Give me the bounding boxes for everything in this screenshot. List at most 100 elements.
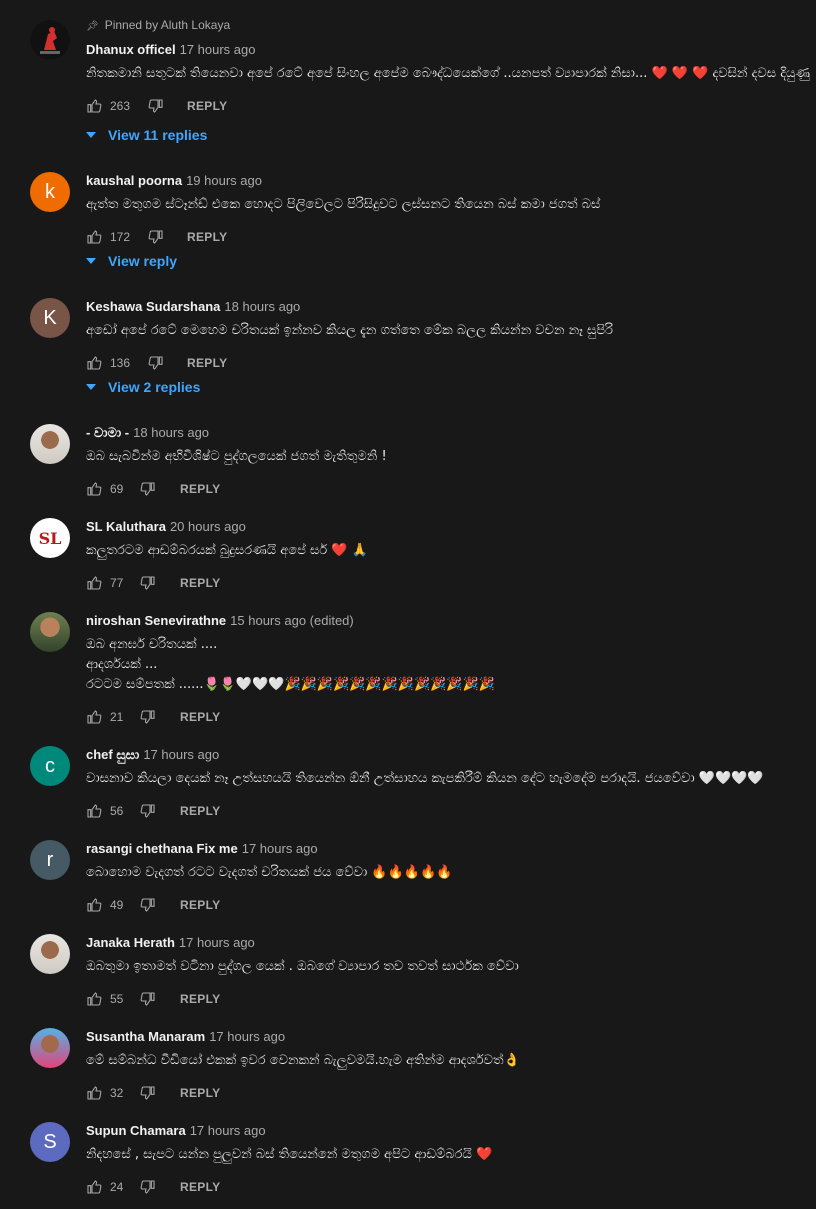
avatar-letter: k (45, 180, 55, 203)
thumbs-up-icon[interactable] (86, 991, 102, 1007)
reply-button[interactable]: REPLY (180, 1180, 220, 1194)
comment-text: ඔබතුමා ඉතාමත් වටිනා පුද්ගල යෙක් . ඔබගේ ව… (86, 957, 816, 977)
comment-time[interactable]: 17 hours ago (143, 747, 219, 762)
avatar[interactable] (30, 1028, 70, 1068)
comment-text: බොහොම වැදගත් රටට වැදගත් චරිතයක් ජය වේවා … (86, 863, 816, 883)
thumbs-down-icon[interactable] (148, 98, 164, 114)
thumbs-up-icon[interactable] (86, 803, 102, 819)
comment-author[interactable]: SL Kaluthara (86, 519, 166, 534)
comment-line: අඩෝ අපේ රටේ මෙහෙම චරිතයක් ඉන්නව කියල දැන… (86, 323, 613, 338)
reply-button[interactable]: REPLY (180, 710, 220, 724)
view-replies-label: View reply (108, 253, 178, 269)
thumbs-down-icon[interactable] (140, 897, 156, 913)
reply-button[interactable]: REPLY (180, 1086, 220, 1100)
thumbs-up-icon[interactable] (86, 98, 102, 114)
avatar[interactable] (30, 20, 70, 60)
comment-time[interactable]: 17 hours ago (209, 1029, 285, 1044)
comment-actions: 32 REPLY (86, 1083, 816, 1103)
thumbs-up-icon[interactable] (86, 355, 102, 371)
chevron-down-icon (86, 384, 96, 391)
comment-text: අඩෝ අපේ රටේ මෙහෙම චරිතයක් ඉන්නව කියල දැන… (86, 321, 816, 341)
chevron-down-icon (86, 258, 96, 265)
thumbs-up-icon[interactable] (86, 1179, 102, 1195)
reply-button[interactable]: REPLY (180, 804, 220, 818)
reply-button[interactable]: REPLY (187, 230, 227, 244)
comment-time[interactable]: 18 hours ago (133, 425, 209, 440)
comment-actions: 69 REPLY (86, 479, 816, 499)
comment-author[interactable]: niroshan Senevirathne (86, 613, 226, 628)
comment-time[interactable]: 17 hours ago (242, 841, 318, 856)
thumbs-up-icon[interactable] (86, 229, 102, 245)
comment-time[interactable]: 20 hours ago (170, 519, 246, 534)
comment-time[interactable]: 18 hours ago (224, 299, 300, 314)
like-count: 55 (110, 992, 124, 1006)
reply-button[interactable]: REPLY (180, 576, 220, 590)
thumbs-down-icon[interactable] (148, 355, 164, 371)
thumbs-down-icon[interactable] (140, 481, 156, 497)
comment-author[interactable]: chef සුසා (86, 747, 139, 762)
view-replies-button[interactable]: View 11 replies (86, 125, 207, 145)
comment-author[interactable]: kaushal poorna (86, 173, 182, 188)
thumbs-up-icon[interactable] (86, 575, 102, 591)
thumbs-down-icon[interactable] (140, 709, 156, 725)
pinned-label: 📌︎ Pinned by Aluth Lokaya (86, 17, 816, 33)
comment-line: නිදහසේ , සැපට යන්න පුලුවන් බස් තියෙන්නේ … (86, 1147, 493, 1162)
avatar[interactable]: SL (30, 518, 70, 558)
avatar[interactable] (30, 424, 70, 464)
avatar-letter: K (43, 306, 57, 329)
avatar-letter: S (43, 1130, 57, 1153)
comment-line: ඇත්ත මතුගම ස්ටෑන්ඩ් එකෙ හොදට පිලිවෙලට පි… (86, 197, 601, 212)
reply-button[interactable]: REPLY (180, 898, 220, 912)
thumbs-down-icon[interactable] (140, 803, 156, 819)
comment-author[interactable]: Keshawa Sudarshana (86, 299, 220, 314)
reply-button[interactable]: REPLY (180, 482, 220, 496)
thumbs-down-icon[interactable] (140, 1179, 156, 1195)
like-count: 32 (110, 1086, 124, 1100)
comment-author[interactable]: Supun Chamara (86, 1123, 186, 1138)
avatar[interactable]: k (30, 172, 70, 212)
like-count: 172 (110, 230, 131, 244)
thumbs-down-icon[interactable] (140, 1085, 156, 1101)
avatar[interactable] (30, 934, 70, 974)
avatar[interactable]: r (30, 840, 70, 880)
comment-author[interactable]: Janaka Herath (86, 935, 175, 950)
comment-author[interactable]: - වාමා - (86, 425, 129, 440)
like-count: 77 (110, 576, 124, 590)
thumbs-up-icon[interactable] (86, 1085, 102, 1101)
comment-line: ඔබතුමා ඉතාමත් වටිනා පුද්ගල යෙක් . ඔබගේ ව… (86, 959, 519, 974)
comment-time[interactable]: 19 hours ago (186, 173, 262, 188)
thumbs-down-icon[interactable] (140, 991, 156, 1007)
thumbs-up-icon[interactable] (86, 897, 102, 913)
avatar[interactable]: S (30, 1122, 70, 1162)
thumbs-up-icon[interactable] (86, 709, 102, 725)
comment-line: වාසනාව කියලා දෙයක් නෑ උත්සහයයි තියෙන්න ඕ… (86, 771, 764, 786)
avatar[interactable]: c (30, 746, 70, 786)
comment-author[interactable]: rasangi chethana Fix me (86, 841, 238, 856)
comment-time[interactable]: 17 hours ago (180, 42, 256, 57)
view-replies-button[interactable]: View reply (86, 251, 177, 271)
comment-author[interactable]: Susantha Manaram (86, 1029, 205, 1044)
avatar[interactable]: K (30, 298, 70, 338)
reply-button[interactable]: REPLY (187, 356, 227, 370)
comment-time[interactable]: 17 hours ago (179, 935, 255, 950)
avatar-letter: r (46, 848, 54, 871)
comment-time[interactable]: 17 hours ago (190, 1123, 266, 1138)
reply-button[interactable]: REPLY (180, 992, 220, 1006)
reply-button[interactable]: REPLY (187, 99, 227, 113)
thumbs-down-icon[interactable] (148, 229, 164, 245)
comment-text: වාසනාව කියලා දෙයක් නෑ උත්සහයයි තියෙන්න ඕ… (86, 769, 816, 789)
view-replies-button[interactable]: View 2 replies (86, 377, 200, 397)
like-count: 69 (110, 482, 124, 496)
like-count: 24 (110, 1180, 124, 1194)
comment-actions: 263 REPLY (86, 96, 816, 116)
thumbs-up-icon[interactable] (86, 481, 102, 497)
thumbs-down-icon[interactable] (140, 575, 156, 591)
comment-actions: 172 REPLY (86, 227, 816, 247)
pin-icon: 📌︎ (86, 21, 99, 32)
like-count: 56 (110, 804, 124, 818)
comment-time[interactable]: 15 hours ago (edited) (230, 613, 354, 628)
avatar[interactable] (30, 612, 70, 652)
comment-actions: 77 REPLY (86, 573, 816, 593)
comment-author[interactable]: Dhanux officel (86, 42, 176, 57)
comment-actions: 21 REPLY (86, 707, 816, 727)
